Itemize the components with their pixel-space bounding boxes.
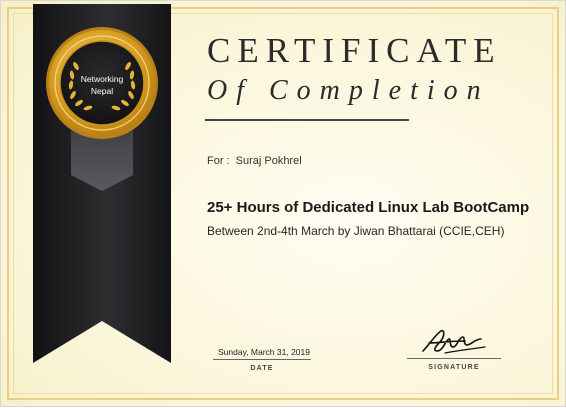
signature-label: SIGNATURE bbox=[428, 364, 480, 371]
course-title: 25+ Hours of Dedicated Linux Lab BootCam… bbox=[207, 199, 530, 216]
recipient-name: Suraj Pokhrel bbox=[235, 155, 302, 167]
signature-image bbox=[422, 329, 486, 354]
title-divider bbox=[205, 119, 409, 121]
certificate-subtitle: Of Completion bbox=[207, 75, 490, 106]
signature-line bbox=[407, 358, 501, 359]
badge-line1: Networking bbox=[81, 74, 124, 84]
certificate-title: CERTIFICATE bbox=[207, 31, 502, 70]
date-value: Sunday, March 31, 2019 bbox=[218, 347, 310, 357]
recipient-label: For : bbox=[207, 155, 230, 167]
date-line bbox=[213, 359, 311, 360]
certificate: Networking Nepal CERTIFICATE Of Completi… bbox=[0, 0, 566, 407]
badge-line2: Nepal bbox=[91, 86, 113, 96]
date-label: DATE bbox=[250, 365, 274, 372]
badge-seal: Networking Nepal bbox=[46, 27, 158, 139]
course-details: Between 2nd-4th March by Jiwan Bhattarai… bbox=[207, 224, 505, 238]
recipient-line: For : Suraj Pokhrel bbox=[207, 155, 302, 167]
